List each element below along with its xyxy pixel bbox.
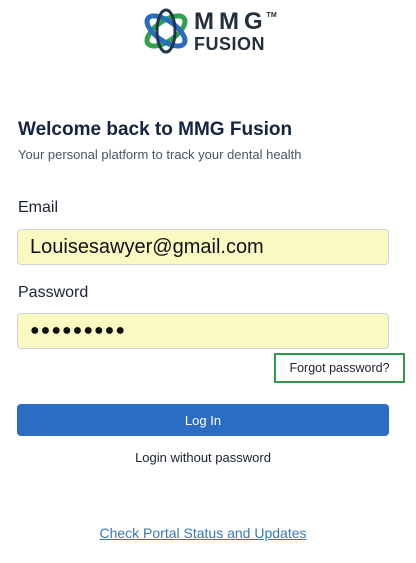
logo-fusion-text: FUSION [194,33,266,54]
login-button[interactable]: Log In [17,404,389,436]
logo-mmg-text: MMG [194,7,268,35]
mmg-logo-mark-icon [144,8,188,54]
forgot-password-link[interactable]: Forgot password? [274,353,405,383]
mmg-fusion-logo: MMG TM FUSION [140,7,277,55]
page-title: Welcome back to MMG Fusion [18,119,293,140]
page-subtitle: Your personal platform to track your den… [18,147,302,162]
portal-status-link[interactable]: Check Portal Status and Updates [0,525,406,541]
email-label: Email [18,199,59,216]
password-label: Password [18,284,89,301]
login-without-password-link[interactable]: Login without password [0,450,406,465]
login-page: MMG TM FUSION Welcome back to MMG Fusion … [0,0,416,563]
email-field[interactable]: Louisesawyer@gmail.com [17,229,389,265]
password-field[interactable]: ●●●●●●●●● [17,313,389,349]
logo-tm-mark: TM [266,11,277,19]
password-value: ●●●●●●●●● [30,322,126,339]
email-value: Louisesawyer@gmail.com [30,235,264,258]
